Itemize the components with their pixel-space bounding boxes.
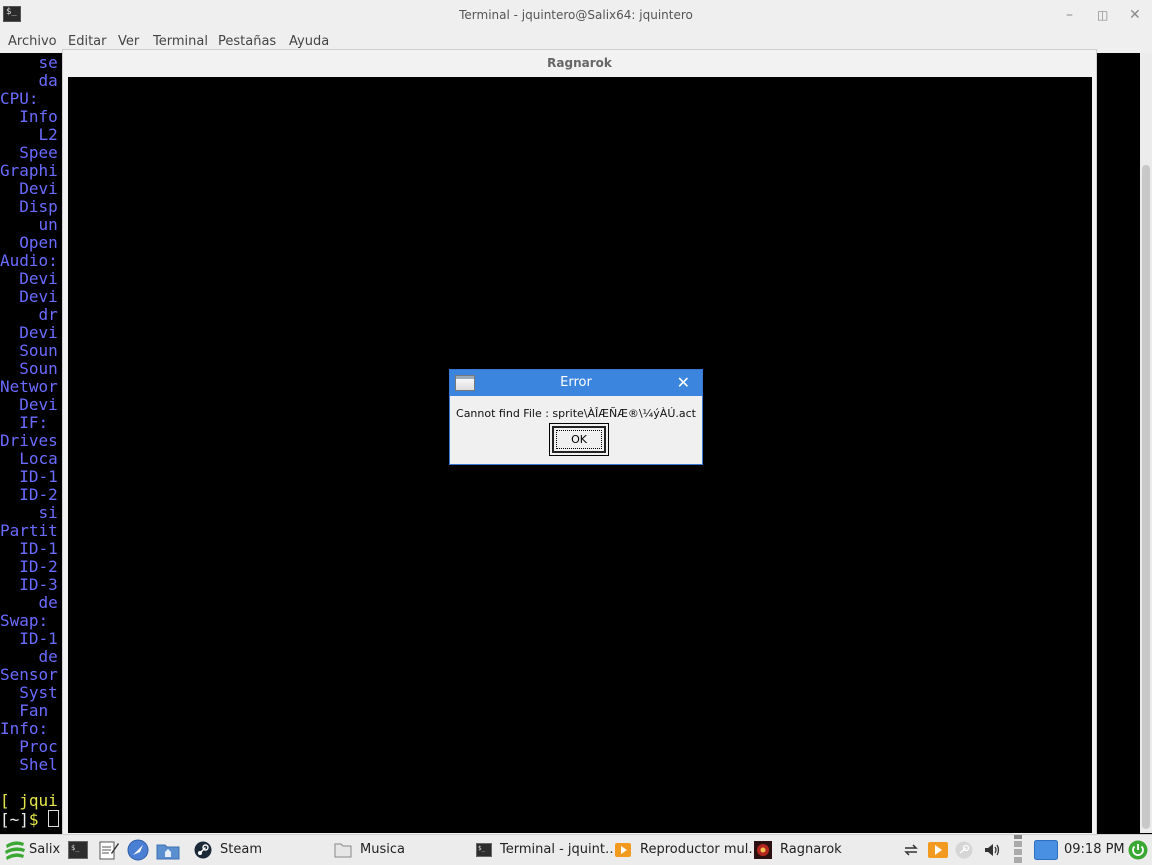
terminal-line: Spee: [0, 143, 58, 162]
ragnarok-window-title[interactable]: Ragnarok: [63, 50, 1096, 76]
terminal-line: Info:: [0, 719, 49, 738]
menu-ver[interactable]: Ver: [118, 34, 139, 49]
taskbar-item-steam[interactable]: Steam: [220, 835, 262, 865]
ok-button-label[interactable]: OK: [552, 426, 606, 453]
terminal-line: Drives: [0, 431, 58, 450]
taskbar-item-reproductor[interactable]: Reproductor mul…: [640, 835, 761, 865]
terminal-line: Audio:: [0, 251, 58, 270]
prompt-input-line[interactable]: [~]$: [0, 810, 59, 829]
terminal-window-title: Terminal - jquintero@Salix64: jquintero: [459, 8, 693, 22]
menu-terminal[interactable]: Terminal: [153, 34, 208, 49]
terminal-line: Shel: [0, 755, 58, 774]
terminal-line: de: [0, 593, 58, 612]
maximize-button[interactable]: ◫: [1097, 7, 1108, 23]
terminal-titlebar[interactable]: $_ Terminal - jquintero@Salix64: jquinte…: [0, 0, 1152, 31]
terminal-line: Open: [0, 233, 58, 252]
minimize-button[interactable]: –: [1066, 7, 1073, 23]
error-dialog-titlebar[interactable]: Error ✕: [450, 370, 702, 396]
ragnarok-icon: [754, 841, 772, 859]
power-icon[interactable]: [1128, 840, 1148, 860]
prompt-symbol: $: [28, 810, 39, 829]
prompt-cwd: [~]: [0, 810, 29, 829]
scrollbar-thumb[interactable]: [1142, 165, 1150, 829]
salix-logo-icon[interactable]: [4, 840, 26, 860]
network-icon[interactable]: [902, 841, 920, 859]
terminal-line: IF:: [0, 413, 49, 432]
taskbar-item-musica[interactable]: Musica: [360, 835, 405, 865]
svg-text:$_: $_: [71, 844, 80, 852]
media-player-icon: [615, 843, 631, 857]
terminal-line: Soun: [0, 359, 58, 378]
terminal-line: ID-2: [0, 485, 58, 504]
steam-icon: [194, 841, 212, 859]
show-desktop-icon[interactable]: [1034, 840, 1058, 860]
taskbar: Salix $_ Steam Musica $_ Terminal - jqui…: [0, 834, 1152, 865]
menu-editar[interactable]: Editar: [68, 34, 107, 49]
browser-icon[interactable]: [127, 839, 149, 861]
terminal-line: CPU:: [0, 89, 39, 108]
terminal-line: si: [0, 503, 58, 522]
terminal-line: ID-1: [0, 539, 58, 558]
terminal-line: da: [0, 71, 58, 90]
prompt-line: [ jqui: [0, 791, 58, 810]
terminal-line: Disp: [0, 197, 58, 216]
terminal-line: ID-2: [0, 557, 58, 576]
volume-icon[interactable]: [983, 841, 1001, 859]
ok-button[interactable]: OK: [549, 423, 609, 456]
terminal-line: Devi: [0, 323, 58, 342]
terminal-line: Soun: [0, 341, 58, 360]
terminal-line: de: [0, 647, 58, 666]
clock[interactable]: 09:18 PM: [1064, 835, 1125, 865]
steam-tray-icon[interactable]: [954, 841, 974, 859]
terminal-line: dr: [0, 305, 58, 324]
terminal-line: un: [0, 215, 58, 234]
folder-icon: [334, 843, 352, 858]
menu-pestanas[interactable]: Pestañas: [218, 34, 276, 49]
terminal-line: Devi: [0, 269, 58, 288]
terminal-line: Proc: [0, 737, 58, 756]
text-editor-icon[interactable]: [99, 840, 119, 860]
terminal-line: Devi: [0, 287, 58, 306]
terminal-line: Graphi: [0, 161, 58, 180]
terminal-line: Networ: [0, 377, 58, 396]
terminal-line: Swap:: [0, 611, 49, 630]
terminal-task-icon: $_: [476, 843, 492, 857]
terminal-line: Fan: [0, 701, 49, 720]
terminal-line: se: [0, 53, 58, 72]
menu-archivo[interactable]: Archivo: [8, 34, 57, 49]
start-menu-button[interactable]: Salix: [29, 835, 60, 865]
taskbar-item-ragnarok[interactable]: Ragnarok: [780, 835, 842, 865]
menu-ayuda[interactable]: Ayuda: [289, 34, 329, 49]
workspace-switcher-icon[interactable]: [1013, 835, 1023, 865]
terminal-line: L2: [0, 125, 58, 144]
terminal-line: Sensor: [0, 665, 58, 684]
media-tray-icon[interactable]: [928, 841, 948, 859]
terminal-line: ID-1: [0, 467, 58, 486]
error-dialog: Error ✕ Cannot find File : sprite\ÀÎÆÑÆ®…: [449, 369, 703, 465]
file-manager-icon[interactable]: [156, 842, 180, 860]
svg-text:$_: $_: [478, 845, 486, 852]
taskbar-item-terminal[interactable]: Terminal - jquint…: [500, 835, 618, 865]
terminal-line: Devi: [0, 395, 58, 414]
terminal-line: ID-3: [0, 575, 58, 594]
terminal-line: ID-1: [0, 629, 58, 648]
terminal-line: Partit: [0, 521, 58, 540]
terminal-line: Syst: [0, 683, 58, 702]
error-dialog-title: Error: [560, 375, 592, 390]
terminal-scrollbar[interactable]: [1140, 53, 1152, 833]
terminal-line: Loca: [0, 449, 58, 468]
terminal-line: Info: [0, 107, 58, 126]
close-icon[interactable]: ✕: [677, 373, 690, 393]
terminal-line: Devi: [0, 179, 58, 198]
terminal-icon[interactable]: $_: [68, 841, 88, 859]
close-button[interactable]: ✕: [1129, 7, 1141, 23]
text-cursor: [47, 810, 59, 827]
error-message: Cannot find File : sprite\ÀÎÆÑÆ®\¼ýÀÚ.ac…: [456, 407, 696, 420]
